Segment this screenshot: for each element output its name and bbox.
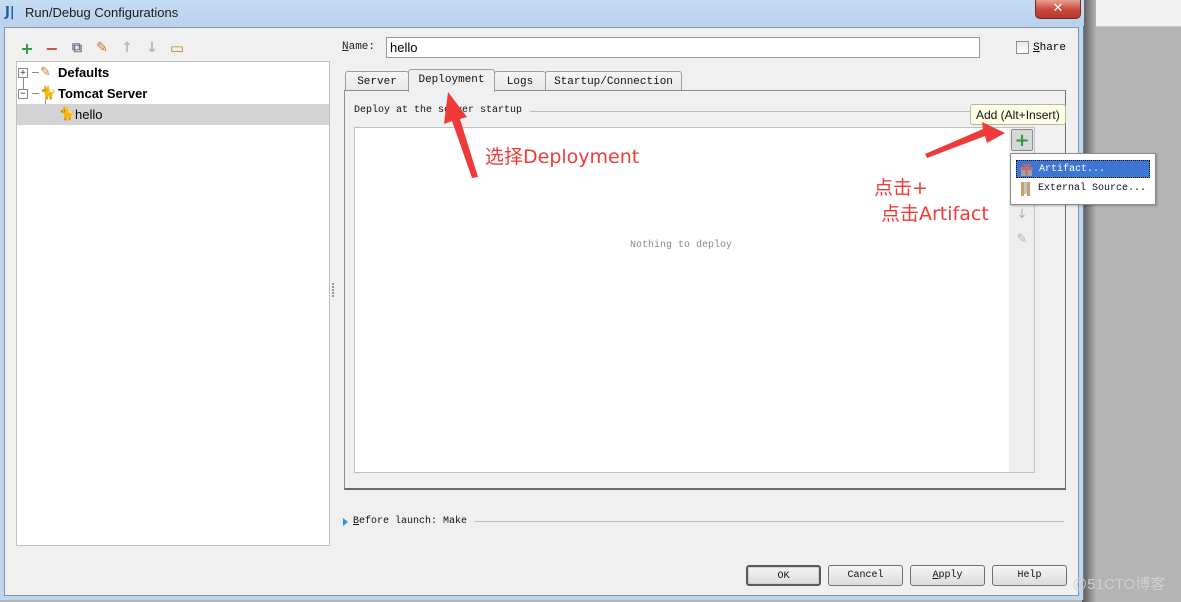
tab-server[interactable]: Server bbox=[345, 71, 409, 91]
tab-logs[interactable]: Logs bbox=[494, 71, 546, 91]
folder-icon[interactable]: ▭ bbox=[168, 39, 186, 57]
watermark: @51CTO博客 bbox=[1072, 576, 1166, 593]
deploy-section-title: Deploy at the server startup bbox=[354, 105, 523, 116]
move-up-icon[interactable]: ↑ bbox=[118, 39, 136, 57]
ok-button[interactable]: OK bbox=[746, 565, 821, 586]
annotation-click-plus: 点击+ bbox=[874, 177, 928, 199]
tree-item-label: Defaults bbox=[58, 65, 110, 80]
tree-item-label: Tomcat Server bbox=[58, 86, 148, 101]
collapse-icon[interactable]: − bbox=[18, 89, 28, 99]
tab-deployment[interactable]: Deployment bbox=[408, 69, 495, 92]
edit-pencil-icon[interactable]: ✎ bbox=[1015, 233, 1029, 247]
add-deployment-button[interactable]: + bbox=[1011, 129, 1033, 151]
tree-item-label: hello bbox=[75, 107, 103, 122]
add-tooltip: Add (Alt+Insert) bbox=[970, 104, 1066, 125]
window-title: Run/Debug Configurations bbox=[25, 5, 179, 20]
close-button[interactable]: ✕ bbox=[1035, 0, 1081, 19]
section-divider bbox=[474, 521, 1064, 522]
annotation-click-artifact: 点击Artifact bbox=[881, 203, 989, 225]
move-down-icon[interactable]: ↓ bbox=[1015, 208, 1029, 222]
empty-list-text: Nothing to deploy bbox=[630, 240, 733, 251]
tree-item-defaults[interactable]: + ✎ Defaults bbox=[17, 62, 329, 83]
menu-item-artifact[interactable]: Artifact... bbox=[1016, 160, 1150, 178]
splitter-handle[interactable] bbox=[331, 282, 335, 298]
edit-defaults-icon[interactable]: ✎ bbox=[93, 39, 111, 57]
share-label: Share bbox=[1033, 41, 1067, 54]
tab-startup-connection[interactable]: Startup/Connection bbox=[545, 71, 682, 91]
wrench-icon: ✎ bbox=[40, 65, 51, 80]
before-launch-toggle[interactable]: Before launch: Make bbox=[343, 516, 467, 527]
background-window-strip bbox=[1085, 0, 1181, 27]
window-shadow bbox=[1082, 0, 1096, 602]
move-down-icon[interactable]: ↓ bbox=[143, 39, 161, 57]
cancel-button[interactable]: Cancel bbox=[828, 565, 903, 586]
remove-config-icon[interactable]: − bbox=[43, 39, 61, 58]
add-config-icon[interactable]: + bbox=[18, 39, 36, 58]
copy-config-icon[interactable]: ⧉ bbox=[68, 39, 86, 57]
config-toolbar: + − ⧉ ✎ ↑ ↓ ▭ bbox=[18, 38, 186, 58]
tomcat-icon: 🐈 bbox=[59, 107, 76, 122]
tomcat-icon: 🐈 bbox=[40, 86, 57, 101]
name-input[interactable] bbox=[386, 37, 980, 58]
tree-item-hello[interactable]: 🐈 hello bbox=[17, 104, 329, 125]
name-label: Name: bbox=[342, 41, 376, 53]
artifact-icon bbox=[1020, 163, 1033, 177]
before-launch-label: Before launch: Make bbox=[353, 516, 468, 527]
config-tree[interactable]: + ✎ Defaults − 🐈 Tomcat Server 🐈 hello bbox=[16, 61, 330, 546]
menu-item-external-source[interactable]: External Source... bbox=[1016, 180, 1150, 198]
expand-icon[interactable]: + bbox=[18, 68, 28, 78]
section-divider bbox=[530, 111, 980, 112]
title-bar[interactable]: J| Run/Debug Configurations ✕ bbox=[0, 0, 1084, 26]
annotation-select-deployment: 选择Deployment bbox=[485, 146, 640, 168]
checkbox-box[interactable] bbox=[1016, 41, 1029, 54]
share-checkbox[interactable]: Share bbox=[1016, 41, 1066, 54]
intellij-app-icon: J| bbox=[5, 5, 15, 20]
add-popup-menu: Artifact... External Source... bbox=[1010, 153, 1156, 205]
tree-item-tomcat-server[interactable]: − 🐈 Tomcat Server bbox=[17, 83, 329, 104]
help-button[interactable]: Help bbox=[992, 565, 1067, 586]
archive-icon bbox=[1019, 182, 1032, 196]
expand-triangle-icon bbox=[343, 517, 348, 526]
apply-button[interactable]: Apply bbox=[910, 565, 985, 586]
